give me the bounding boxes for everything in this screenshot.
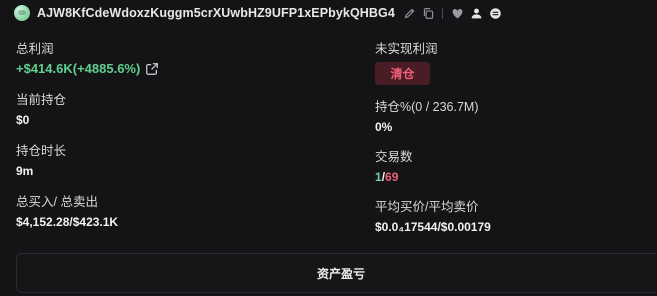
total-buy-sell-stat: 总买入/ 总卖出 $4,152.28/$423.1K: [16, 191, 118, 229]
asset-pnl-panel[interactable]: 资产盈亏: [16, 253, 657, 293]
avatar: [14, 5, 30, 21]
current-holding-label: 当前持仓: [16, 93, 67, 107]
unrealized-pnl-label: 未实现利润: [375, 42, 438, 56]
total-buy-sell-value: $4,152.28/$423.1K: [16, 215, 119, 229]
trades-sell-count: 69: [385, 170, 399, 184]
edit-icon[interactable]: [402, 5, 418, 21]
trades-stat: 交易数 1/69: [375, 146, 413, 184]
trades-label: 交易数: [375, 150, 413, 164]
globe-icon[interactable]: [488, 5, 504, 21]
header-divider: [441, 7, 443, 19]
user-icon[interactable]: [469, 5, 485, 21]
trades-buy-count: 1: [375, 170, 382, 184]
holding-pct-value: 0%: [375, 120, 393, 134]
holding-duration-label: 持仓时长: [16, 144, 67, 158]
current-holding-stat: 当前持仓 $0: [16, 89, 66, 127]
total-buy-sell-label: 总买入/ 总卖出: [16, 195, 98, 209]
avg-price-label: 平均买价/平均卖价: [375, 200, 479, 214]
holding-pct-stat: 持仓%(0 / 236.7M) 0%: [375, 96, 479, 134]
trades-value: 1/69: [375, 170, 413, 184]
wallet-header: AJW8KfCdeWdoxzKuggm5crXUwbHZ9UFP1xEPbykQ…: [14, 4, 504, 22]
avg-price-value: $0.0₄17544/$0.00179: [375, 220, 491, 234]
holding-pct-label: 持仓%(0 / 236.7M): [375, 100, 479, 114]
clear-position-button[interactable]: 清仓: [375, 62, 430, 85]
wallet-address: AJW8KfCdeWdoxzKuggm5crXUwbHZ9UFP1xEPbykQ…: [37, 6, 395, 20]
holding-duration-value: 9m: [16, 164, 34, 178]
wallet-detail-page: AJW8KfCdeWdoxzKuggm5crXUwbHZ9UFP1xEPbykQ…: [0, 0, 657, 296]
heart-icon[interactable]: [450, 5, 466, 21]
copy-icon[interactable]: [421, 5, 437, 21]
total-pnl-value: +$414.6K(+4885.6%): [16, 61, 141, 76]
current-holding-value: $0: [16, 113, 30, 127]
asset-pnl-title: 资产盈亏: [316, 266, 365, 281]
total-pnl-label: 总利润: [16, 42, 54, 56]
unrealized-pnl-stat: 未实现利润 清仓: [375, 38, 438, 85]
header-actions: [399, 5, 504, 21]
avg-price-stat: 平均买价/平均卖价 $0.0₄17544/$0.00179: [375, 196, 491, 234]
total-pnl-stat: 总利润 +$414.6K(+4885.6%): [16, 38, 159, 76]
holding-duration-stat: 持仓时长 9m: [16, 140, 66, 178]
external-link-icon[interactable]: [145, 62, 159, 76]
